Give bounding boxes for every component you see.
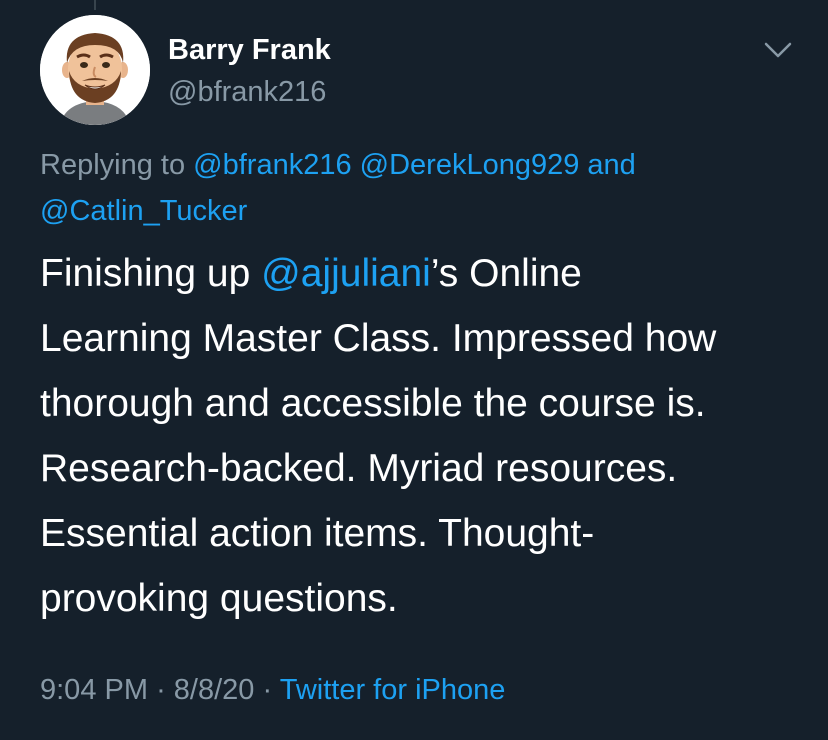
avatar-bitmoji-image xyxy=(40,15,150,125)
reply-mention-bfrank216[interactable]: @bfrank216 xyxy=(193,149,351,181)
reply-context: Replying to @bfrank216 @DerekLong929 and… xyxy=(40,142,780,234)
reply-context-prefix: Replying to xyxy=(40,149,186,181)
avatar[interactable] xyxy=(40,15,150,125)
tweet-body-text: Finishing up xyxy=(40,252,262,295)
author-handle[interactable]: @bfrank216 xyxy=(168,76,326,109)
tweet-body-line: thorough and accessible the course is. xyxy=(40,382,706,425)
chevron-down-icon[interactable] xyxy=(762,36,794,62)
meta-separator: · xyxy=(262,674,273,706)
tweet-metadata: 9:04 PM · 8/8/20 · Twitter for iPhone xyxy=(40,674,505,707)
tweet-body-line: Research-backed. Myriad resources. xyxy=(40,447,678,490)
tweet-source-link[interactable]: Twitter for iPhone xyxy=(280,674,506,706)
tweet-time[interactable]: 9:04 PM xyxy=(40,674,148,706)
reply-mention-catlin-tucker[interactable]: @Catlin_Tucker xyxy=(40,195,247,227)
meta-separator: · xyxy=(156,674,166,706)
tweet-body-text: ’s Online xyxy=(430,252,582,295)
tweet-body-line: Finishing up @ajjuliani’s Online xyxy=(40,241,810,306)
tweet-body-line: Learning Master Class. Impressed how xyxy=(40,317,717,360)
body-mention-ajjuliani[interactable]: @ajjuliani xyxy=(261,252,431,295)
tweet-body-line: provoking questions. xyxy=(40,577,398,620)
tweet-date[interactable]: 8/8/20 xyxy=(174,674,255,706)
reply-mention-dereklong929[interactable]: @DerekLong929 xyxy=(360,149,580,181)
thread-connector-line xyxy=(94,0,96,10)
reply-conjunction[interactable]: and xyxy=(587,149,635,181)
tweet-body: Finishing up @ajjuliani’s Online Learnin… xyxy=(40,241,810,631)
tweet-body-line: Essential action items. Thought- xyxy=(40,512,595,555)
author-display-name[interactable]: Barry Frank xyxy=(168,34,331,67)
